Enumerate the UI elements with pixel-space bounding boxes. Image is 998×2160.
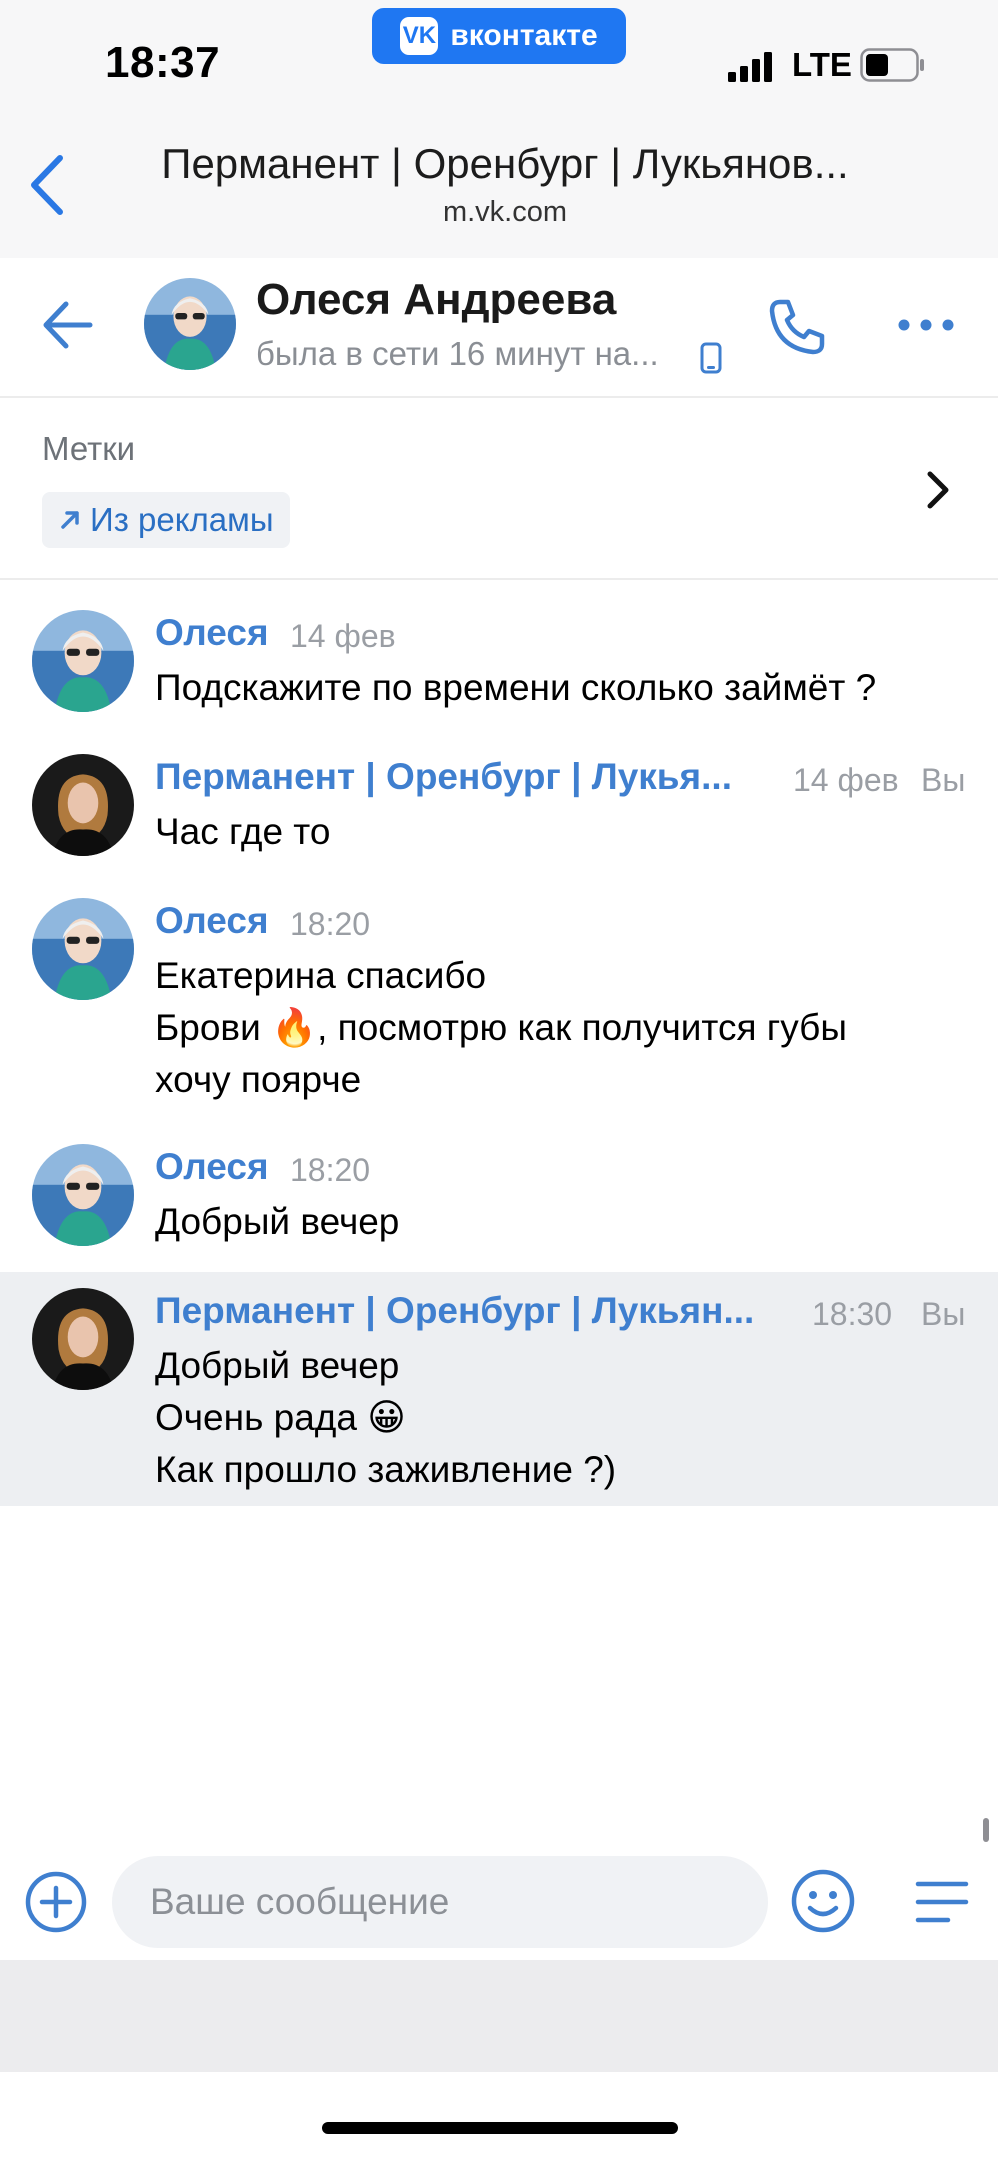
- message-text-line: Добрый вечер: [155, 1345, 400, 1386]
- message-time: 14 фев: [793, 762, 899, 798]
- arrow-up-right-icon: [61, 511, 79, 529]
- tag-label: Из рекламы: [90, 501, 274, 538]
- message-author[interactable]: Олеся: [155, 612, 269, 654]
- contact-avatar[interactable]: [144, 278, 236, 370]
- message-avatar[interactable]: [32, 754, 134, 856]
- message-time: 18:20: [290, 1152, 371, 1188]
- phone-icon[interactable]: [766, 296, 828, 358]
- signal-icon: [728, 52, 772, 82]
- status-time: 18:37: [105, 38, 221, 87]
- contact-name[interactable]: Олеся Андреева: [256, 275, 616, 325]
- network-type: LTE: [792, 46, 852, 83]
- page-url[interactable]: m.vk.com: [105, 196, 905, 229]
- message-avatar[interactable]: [32, 1288, 134, 1390]
- vk-app-name: вконтакте: [450, 19, 598, 52]
- tag-from-ads[interactable]: Из рекламы: [42, 492, 290, 548]
- message-time: 18:30: [812, 1296, 893, 1332]
- message-avatar[interactable]: [32, 898, 134, 1000]
- vk-app-badge[interactable]: VK вконтакте: [372, 8, 626, 64]
- battery-icon: [860, 48, 924, 82]
- page-title: Перманент | Оренбург | Лукьянов...: [161, 140, 849, 187]
- message-text-line: Очень рада 😀: [155, 1397, 406, 1438]
- chevron-right-icon[interactable]: [920, 468, 956, 512]
- message-text-line: Екатерина спасибо: [155, 955, 487, 996]
- message-text: Час где то: [155, 811, 331, 852]
- add-icon[interactable]: [24, 1870, 88, 1934]
- message-time: 14 фев: [290, 618, 396, 654]
- labels-section[interactable]: [0, 400, 998, 580]
- message-text-line: Брови 🔥, посмотрю как получится губы: [155, 1007, 847, 1048]
- message-you-label: Вы: [921, 1296, 966, 1332]
- message-avatar[interactable]: [32, 1144, 134, 1246]
- vk-logo-icon: VK: [400, 17, 439, 55]
- message-avatar[interactable]: [32, 610, 134, 712]
- message-input[interactable]: [112, 1856, 768, 1948]
- labels-title: Метки: [42, 430, 136, 467]
- message-you-label: Вы: [921, 762, 966, 798]
- contact-status: была в сети 16 минут на...: [256, 335, 659, 372]
- keyboard-area: [0, 1960, 998, 2072]
- chevron-left-icon[interactable]: [22, 150, 72, 220]
- scrollbar[interactable]: [983, 1818, 989, 1842]
- message-text: Добрый вечер: [155, 1201, 400, 1242]
- smile-icon[interactable]: [790, 1868, 856, 1934]
- message-author[interactable]: Перманент | Оренбург | Лукьян...: [155, 1290, 785, 1332]
- message-author[interactable]: Олеся: [155, 900, 269, 942]
- home-indicator[interactable]: [322, 2122, 678, 2134]
- message-text: Подскажите по времени сколько займёт ?: [155, 667, 877, 708]
- more-icon[interactable]: [896, 300, 956, 350]
- message-author[interactable]: Олеся: [155, 1146, 269, 1188]
- menu-icon[interactable]: [912, 1874, 972, 1930]
- message-time: 18:20: [290, 906, 371, 942]
- message-author[interactable]: Перманент | Оренбург | Лукья...: [155, 756, 765, 798]
- message-text-line: хочу поярче: [155, 1059, 362, 1100]
- mobile-icon: [700, 342, 722, 374]
- message-text-line: Как прошло заживление ?): [155, 1449, 617, 1490]
- arrow-back-icon[interactable]: [38, 296, 98, 354]
